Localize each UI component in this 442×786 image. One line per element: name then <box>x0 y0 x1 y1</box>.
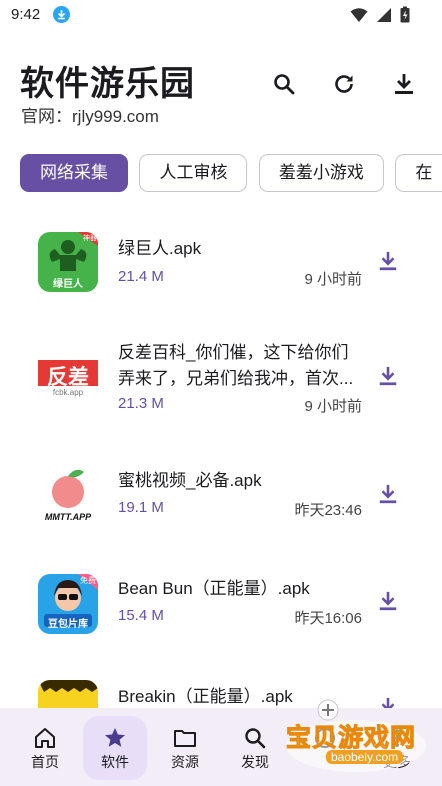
file-size: 21.3 M <box>118 395 164 412</box>
app-icon-caption: 反差 <box>47 366 89 389</box>
refresh-button[interactable] <box>330 70 358 98</box>
wifi-icon <box>350 7 368 22</box>
nav-home[interactable]: 首页 <box>10 708 80 786</box>
tab-next[interactable]: 在 <box>395 154 442 192</box>
app-icon: 绿巨人 神器 <box>38 232 98 292</box>
file-size: 21.4 M <box>118 268 164 285</box>
app-title: 软件游乐园 <box>20 65 195 103</box>
file-size: 15.4 M <box>118 607 164 624</box>
app-icon-badge: 免费 <box>80 576 96 585</box>
file-time: 9 小时前 <box>304 271 362 288</box>
list-item[interactable]: 绿巨人 神器 绿巨人.apk 21.4 M 9 小时前 <box>0 228 442 328</box>
file-name: 蜜桃视频_必备.apk <box>118 471 262 490</box>
app-icon-badge: fcbk.app <box>52 388 84 397</box>
status-icons <box>350 6 410 23</box>
tab-manual-review[interactable]: 人工审核 <box>139 154 248 192</box>
home-icon <box>35 728 55 748</box>
nav-label: 首页 <box>31 754 59 770</box>
status-bar: 9:42 <box>0 0 442 30</box>
file-size: 19.1 M <box>118 499 164 516</box>
tab-mini-games[interactable]: 羞羞小游戏 <box>258 154 384 192</box>
download-icon <box>379 251 397 271</box>
item-download-button[interactable] <box>375 248 401 274</box>
status-time: 9:42 <box>11 6 41 23</box>
app-icon: MMTT.APP <box>38 466 98 526</box>
list-item[interactable]: MMTT.APP 蜜桃视频_必备.apk 19.1 M 昨天23:46 <box>0 456 442 556</box>
file-time: 9 小时前 <box>304 398 362 415</box>
item-download-button[interactable] <box>375 481 401 507</box>
app-subtitle: 官网：rjly999.com <box>21 107 159 126</box>
file-name: Bean Bun（正能量）.apk <box>118 579 310 598</box>
watermark: 宝贝游戏网 baobeiy.com <box>276 696 442 786</box>
download-icon <box>379 366 397 386</box>
download-icon <box>379 484 397 504</box>
category-tabs: 网络采集 人工审核 羞羞小游戏 在 <box>20 154 442 192</box>
item-download-button[interactable] <box>375 588 401 614</box>
app-icon: 豆包片库 免费 <box>38 574 98 634</box>
download-notification-icon <box>53 6 70 23</box>
item-download-button[interactable] <box>375 363 401 389</box>
app-icon: 反差 fcbk.app <box>38 344 98 404</box>
file-name: 反差百科_你们催，这下给你们弄来了，兄弟们给我冲，首次... <box>118 343 354 388</box>
app-icon-caption: 绿巨人 <box>53 279 83 290</box>
file-time: 昨天23:46 <box>294 502 362 519</box>
search-icon <box>245 728 266 749</box>
file-time: 昨天16:06 <box>294 610 362 627</box>
search-icon <box>274 74 295 95</box>
download-icon <box>379 591 397 611</box>
signal-icon <box>377 7 391 22</box>
nav-label: 软件 <box>101 754 129 770</box>
list-item[interactable]: 反差 fcbk.app 反差百科_你们催，这下给你们弄来了，兄弟们给我冲，首次.… <box>0 338 442 438</box>
folder-icon <box>174 730 196 747</box>
nav-label: 资源 <box>171 754 199 770</box>
file-name: 绿巨人.apk <box>118 239 202 258</box>
list-item[interactable]: 豆包片库 免费 Bean Bun（正能量）.apk 15.4 M 昨天16:06 <box>0 564 442 664</box>
watermark-url: baobeiy.com <box>326 750 404 764</box>
app-icon-badge: 神器 <box>83 235 97 242</box>
refresh-icon <box>335 75 353 93</box>
nav-software[interactable]: 软件 <box>80 708 150 786</box>
tab-network-collect[interactable]: 网络采集 <box>20 154 128 192</box>
search-button[interactable] <box>270 70 298 98</box>
app-icon-caption: MMTT.APP <box>44 512 92 522</box>
nav-resources[interactable]: 资源 <box>150 708 220 786</box>
download-button[interactable] <box>390 70 418 98</box>
download-icon <box>395 74 413 94</box>
top-actions <box>270 70 418 98</box>
watermark-text: 宝贝游戏网 <box>285 724 417 753</box>
battery-icon <box>400 6 410 23</box>
star-icon <box>105 728 125 747</box>
app-icon-caption: 豆包片库 <box>48 619 88 630</box>
